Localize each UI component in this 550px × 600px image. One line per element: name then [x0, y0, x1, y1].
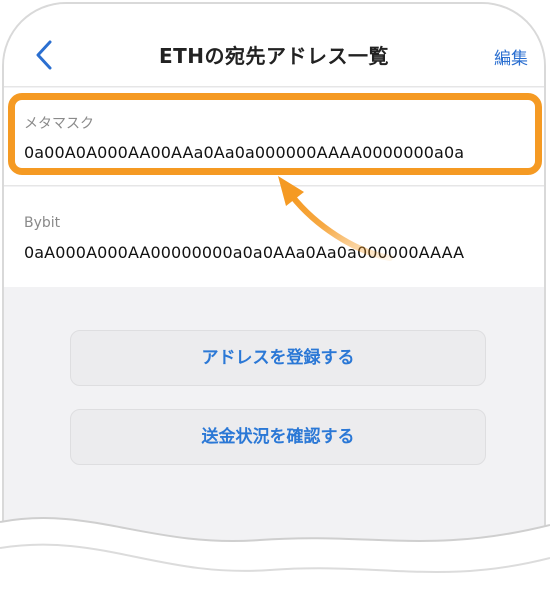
address-label: メタマスク — [24, 116, 94, 132]
address-item-metamask[interactable]: メタマスク 0a00A0A000AA00AAa0Aa0a000000AAAA00… — [4, 88, 544, 186]
phone-frame: ETHの宛先アドレス一覧 編集 メタマスク 0a00A0A000AA00AAa0… — [2, 2, 546, 600]
page-title: ETHの宛先アドレス一覧 — [158, 44, 390, 68]
nav-header: ETHの宛先アドレス一覧 編集 — [4, 4, 544, 87]
address-value: 0aA000A000AA00000000a0a0AAa0Aa0a000000AA… — [24, 243, 465, 262]
address-item-bybit[interactable]: Bybit 0aA000A000AA00000000a0a0AAa0Aa0a00… — [4, 187, 544, 287]
address-label: Bybit — [24, 215, 61, 231]
screen: ETHの宛先アドレス一覧 編集 メタマスク 0a00A0A000AA00AAa0… — [0, 0, 550, 600]
register-address-button[interactable]: アドレスを登録する — [70, 330, 486, 386]
check-transfer-status-button[interactable]: 送金状況を確認する — [70, 409, 486, 465]
edit-button[interactable]: 編集 — [494, 44, 528, 69]
address-value: 0a00A0A000AA00AAa0Aa0a000000AAAA0000000a… — [24, 143, 465, 162]
